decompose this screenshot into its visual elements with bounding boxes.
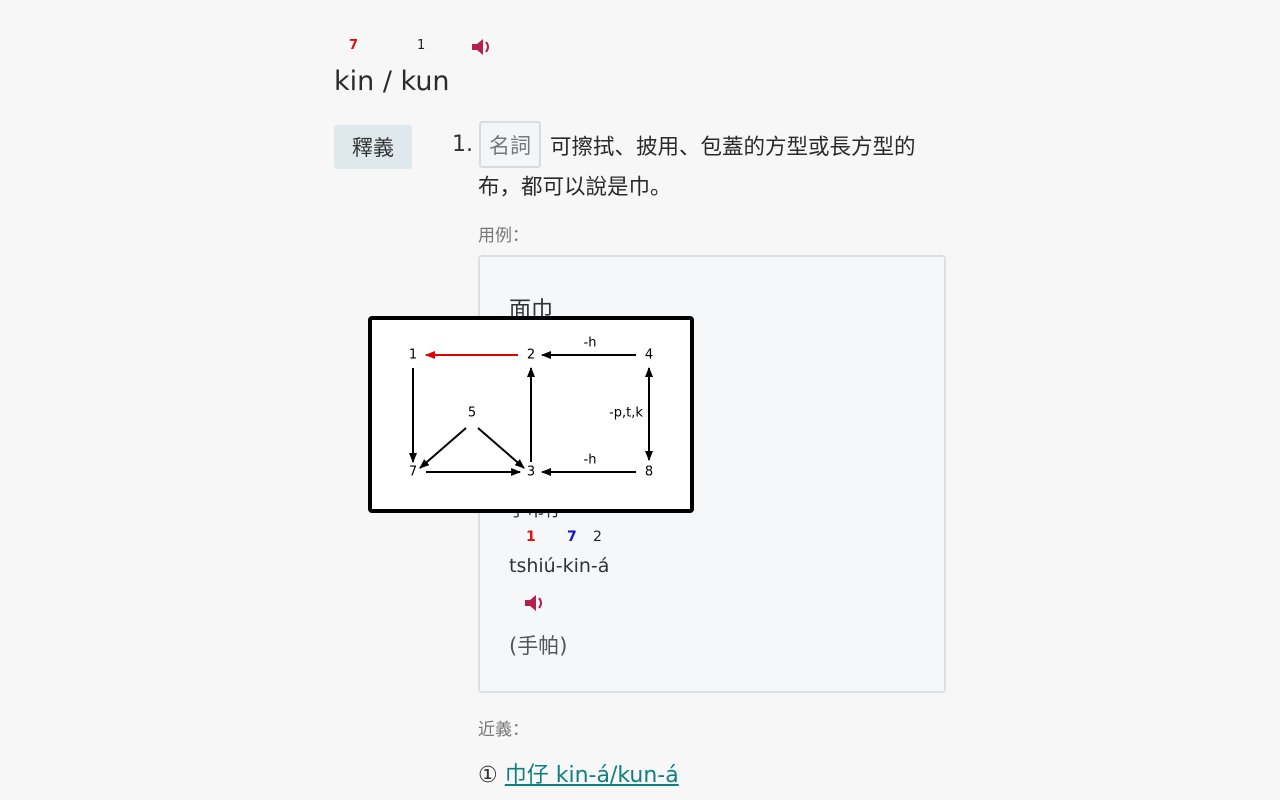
synonyms-label: 近義： bbox=[478, 720, 529, 740]
example-tone-mark: 7 bbox=[567, 529, 577, 545]
diagram-node-1: 1 bbox=[409, 348, 417, 363]
examples-label: 用例： bbox=[478, 226, 529, 246]
speaker-icon[interactable] bbox=[470, 36, 492, 58]
diagram-node-2: 2 bbox=[527, 348, 535, 363]
synonym-item: ① 巾仔 kin-á/kun-á bbox=[478, 757, 679, 789]
edge-5-to-7 bbox=[419, 427, 467, 469]
tone-mark-first-syllable: 7 bbox=[349, 38, 359, 53]
edge-5-to-3 bbox=[477, 427, 525, 469]
synonym-link[interactable]: 巾仔 kin-á/kun-á bbox=[505, 763, 679, 788]
tone-mark-second-syllable: 1 bbox=[417, 38, 426, 53]
headword: kin / kun bbox=[334, 66, 450, 97]
part-of-speech-badge: 名詞 bbox=[479, 121, 541, 168]
diagram-node-3: 3 bbox=[527, 465, 535, 480]
diagram-node-5: 5 bbox=[468, 406, 476, 421]
example-gloss: (手帕) bbox=[509, 634, 568, 658]
edge-label-bottom: -h bbox=[584, 453, 597, 468]
diagram-node-4: 4 bbox=[645, 348, 653, 363]
definition-number: 1. bbox=[452, 132, 473, 157]
tone-sandhi-diagram: 1 2 4 5 7 3 8 -h -p,t,k -h bbox=[368, 316, 694, 513]
definition-text: 可擦拭、披用、包蓋的方型或長方型的布，都可以說是巾。 bbox=[478, 135, 916, 200]
edge-label-top: -h bbox=[584, 336, 597, 351]
diagram-node-8: 8 bbox=[645, 465, 653, 480]
synonym-marker: ① bbox=[478, 763, 498, 788]
definition-label: 釋義 bbox=[334, 125, 412, 169]
speaker-icon[interactable] bbox=[523, 592, 545, 614]
example-tone-mark: 1 bbox=[526, 529, 536, 545]
diagram-node-7: 7 bbox=[409, 465, 417, 480]
example-tone-mark: 2 bbox=[593, 529, 602, 545]
edge-label-right: -p,t,k bbox=[609, 406, 643, 421]
example-romanization: tshiú-kin-á bbox=[509, 555, 610, 577]
